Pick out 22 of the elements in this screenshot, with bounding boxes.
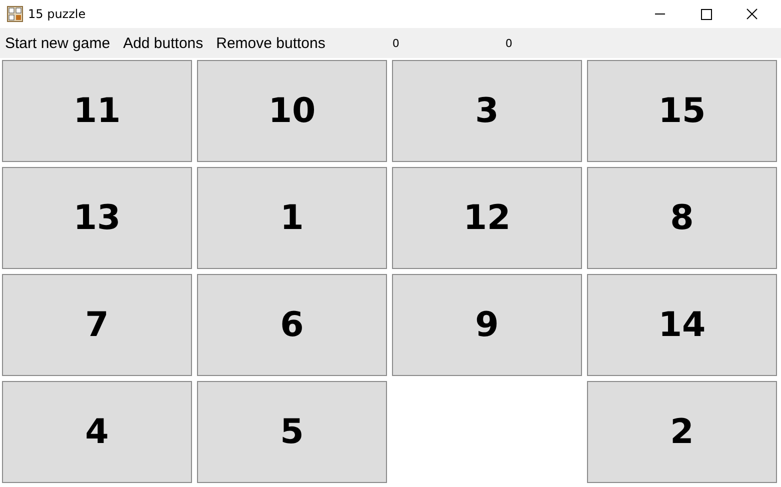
- puzzle-tile[interactable]: 3: [392, 60, 582, 162]
- puzzle-tile[interactable]: 4: [2, 381, 192, 483]
- counter-label: 0: [392, 36, 400, 50]
- puzzle-icon: [7, 6, 23, 22]
- puzzle-tile[interactable]: 2: [587, 381, 777, 483]
- puzzle-tile[interactable]: 13: [2, 167, 192, 269]
- puzzle-tile[interactable]: 14: [587, 274, 777, 376]
- puzzle-tile[interactable]: 12: [392, 167, 582, 269]
- puzzle-tile[interactable]: 6: [197, 274, 387, 376]
- puzzle-tile[interactable]: 5: [197, 381, 387, 483]
- counter-label: 0: [505, 36, 512, 50]
- puzzle-tile[interactable]: 7: [2, 274, 192, 376]
- puzzle-tile[interactable]: 11: [2, 60, 192, 162]
- menu-item[interactable]: Start new game: [0, 34, 116, 52]
- puzzle-tile[interactable]: 1: [197, 167, 387, 269]
- puzzle-tile[interactable]: 15: [587, 60, 777, 162]
- window-title: 15 puzzle: [28, 7, 87, 21]
- puzzle-tile[interactable]: 9: [392, 274, 582, 376]
- puzzle-tile[interactable]: 8: [587, 167, 777, 269]
- puzzle-tile[interactable]: 10: [197, 60, 387, 162]
- menu-item[interactable]: Remove buttons: [211, 34, 332, 52]
- menu-item[interactable]: Add buttons: [118, 34, 210, 52]
